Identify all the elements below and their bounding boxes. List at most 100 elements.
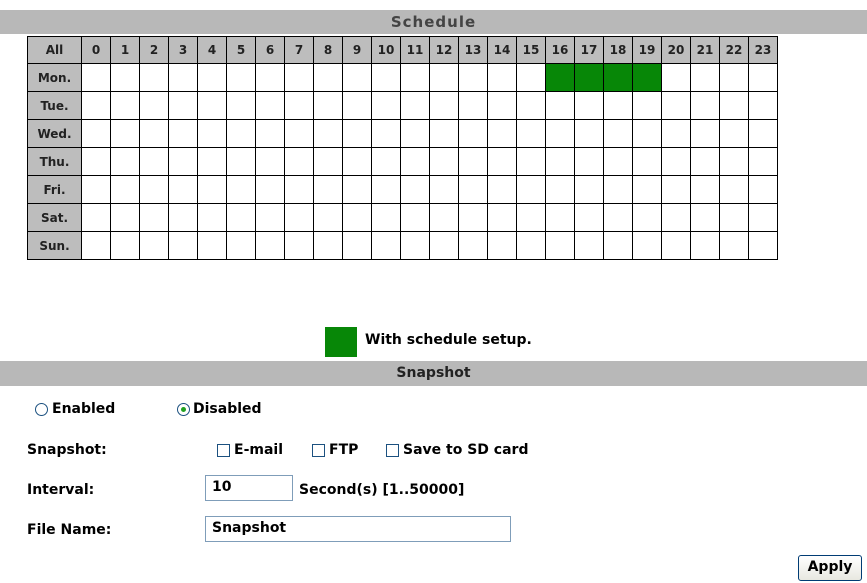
schedule-cell[interactable] — [313, 119, 343, 148]
schedule-cell[interactable] — [342, 63, 372, 92]
schedule-cell[interactable] — [168, 231, 198, 260]
schedule-cell[interactable] — [371, 203, 401, 232]
schedule-cell[interactable] — [429, 147, 459, 176]
schedule-cell[interactable] — [458, 231, 488, 260]
schedule-cell[interactable] — [487, 119, 517, 148]
schedule-cell[interactable] — [748, 63, 778, 92]
schedule-cell[interactable] — [197, 147, 227, 176]
schedule-cell[interactable] — [255, 175, 285, 204]
schedule-cell[interactable] — [661, 63, 691, 92]
schedule-cell[interactable] — [603, 119, 633, 148]
schedule-cell[interactable] — [400, 119, 430, 148]
schedule-cell[interactable] — [371, 175, 401, 204]
schedule-cell[interactable] — [400, 63, 430, 92]
schedule-cell[interactable] — [748, 203, 778, 232]
schedule-cell[interactable] — [197, 63, 227, 92]
hour-header-cell[interactable]: 7 — [284, 36, 314, 64]
schedule-cell[interactable] — [342, 91, 372, 120]
schedule-cell[interactable] — [574, 203, 604, 232]
hour-header-cell[interactable]: 11 — [400, 36, 430, 64]
schedule-cell[interactable] — [487, 231, 517, 260]
schedule-cell[interactable] — [632, 63, 662, 92]
schedule-cell[interactable] — [632, 91, 662, 120]
schedule-cell[interactable] — [516, 63, 546, 92]
schedule-cell[interactable] — [661, 119, 691, 148]
schedule-cell[interactable] — [487, 147, 517, 176]
hour-header-cell[interactable]: 13 — [458, 36, 488, 64]
schedule-cell[interactable] — [139, 175, 169, 204]
schedule-cell[interactable] — [458, 175, 488, 204]
schedule-cell[interactable] — [226, 175, 256, 204]
disabled-radio[interactable] — [177, 403, 190, 416]
schedule-cell[interactable] — [371, 63, 401, 92]
schedule-cell[interactable] — [603, 63, 633, 92]
schedule-cell[interactable] — [748, 231, 778, 260]
schedule-cell[interactable] — [574, 63, 604, 92]
hour-header-cell[interactable]: 6 — [255, 36, 285, 64]
schedule-cell[interactable] — [110, 175, 140, 204]
schedule-cell[interactable] — [748, 175, 778, 204]
schedule-cell[interactable] — [458, 63, 488, 92]
schedule-cell[interactable] — [400, 203, 430, 232]
schedule-cell[interactable] — [516, 147, 546, 176]
schedule-cell[interactable] — [226, 147, 256, 176]
interval-input[interactable]: 10 — [205, 475, 293, 501]
schedule-cell[interactable] — [719, 91, 749, 120]
schedule-cell[interactable] — [690, 231, 720, 260]
schedule-cell[interactable] — [284, 231, 314, 260]
schedule-cell[interactable] — [632, 119, 662, 148]
schedule-cell[interactable] — [458, 203, 488, 232]
schedule-cell[interactable] — [139, 119, 169, 148]
day-label-cell[interactable]: Thu. — [27, 147, 82, 176]
schedule-cell[interactable] — [110, 203, 140, 232]
hour-header-cell[interactable]: 23 — [748, 36, 778, 64]
schedule-cell[interactable] — [545, 147, 575, 176]
hour-header-cell[interactable]: 9 — [342, 36, 372, 64]
schedule-cell[interactable] — [284, 147, 314, 176]
schedule-cell[interactable] — [197, 203, 227, 232]
schedule-cell[interactable] — [81, 119, 111, 148]
schedule-cell[interactable] — [458, 147, 488, 176]
schedule-cell[interactable] — [661, 231, 691, 260]
schedule-cell[interactable] — [574, 147, 604, 176]
schedule-cell[interactable] — [342, 231, 372, 260]
schedule-cell[interactable] — [690, 175, 720, 204]
email-checkbox[interactable] — [217, 444, 230, 457]
schedule-cell[interactable] — [545, 231, 575, 260]
schedule-cell[interactable] — [226, 63, 256, 92]
schedule-cell[interactable] — [661, 91, 691, 120]
schedule-cell[interactable] — [516, 119, 546, 148]
schedule-cell[interactable] — [255, 203, 285, 232]
schedule-cell[interactable] — [168, 175, 198, 204]
schedule-cell[interactable] — [110, 231, 140, 260]
schedule-cell[interactable] — [661, 203, 691, 232]
sd-card-checkbox[interactable] — [386, 444, 399, 457]
schedule-cell[interactable] — [487, 175, 517, 204]
sd-card-label[interactable]: Save to SD card — [403, 442, 528, 458]
schedule-cell[interactable] — [284, 119, 314, 148]
schedule-cell[interactable] — [371, 231, 401, 260]
schedule-cell[interactable] — [81, 175, 111, 204]
apply-button[interactable]: Apply — [798, 555, 862, 581]
schedule-cell[interactable] — [429, 91, 459, 120]
schedule-cell[interactable] — [690, 119, 720, 148]
schedule-cell[interactable] — [516, 175, 546, 204]
schedule-cell[interactable] — [139, 91, 169, 120]
schedule-cell[interactable] — [603, 175, 633, 204]
schedule-cell[interactable] — [110, 119, 140, 148]
schedule-cell[interactable] — [516, 231, 546, 260]
schedule-cell[interactable] — [748, 119, 778, 148]
schedule-cell[interactable] — [226, 119, 256, 148]
schedule-cell[interactable] — [313, 175, 343, 204]
schedule-cell[interactable] — [313, 203, 343, 232]
hour-header-cell[interactable]: 19 — [632, 36, 662, 64]
schedule-cell[interactable] — [632, 147, 662, 176]
schedule-cell[interactable] — [255, 91, 285, 120]
schedule-cell[interactable] — [197, 119, 227, 148]
schedule-cell[interactable] — [81, 147, 111, 176]
schedule-cell[interactable] — [284, 63, 314, 92]
schedule-cell[interactable] — [516, 203, 546, 232]
day-label-cell[interactable]: Sat. — [27, 203, 82, 232]
schedule-cell[interactable] — [748, 91, 778, 120]
schedule-cell[interactable] — [487, 203, 517, 232]
